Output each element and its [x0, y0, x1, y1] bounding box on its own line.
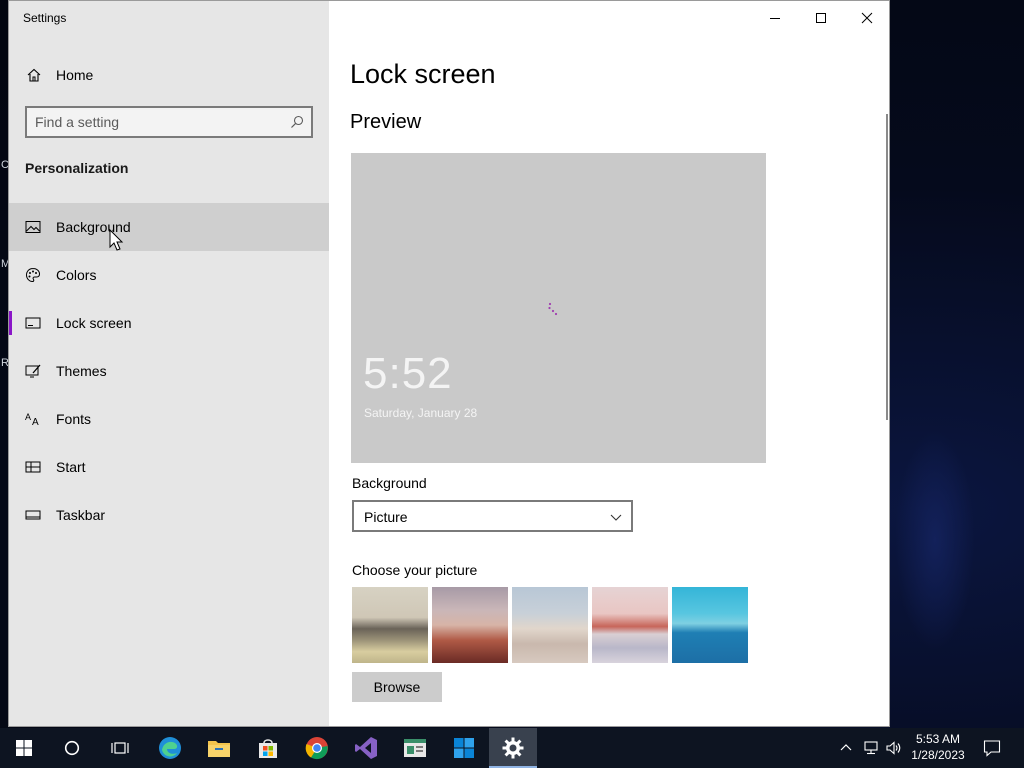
taskbar-chrome[interactable]	[293, 728, 341, 768]
wallpaper-glow	[895, 430, 975, 650]
taskbar-file-explorer[interactable]	[195, 728, 243, 768]
sidebar-item-taskbar[interactable]: Taskbar	[9, 491, 329, 539]
sidebar-item-lock-screen[interactable]: Lock screen	[9, 299, 329, 347]
file-explorer-icon	[208, 741, 230, 757]
sidebar-item-label: Taskbar	[56, 507, 106, 523]
edge-icon	[159, 737, 181, 759]
lock-screen-preview: 5:52 Saturday, January 28	[351, 153, 766, 463]
picture-thumbnail-2[interactable]	[432, 587, 508, 663]
app-title: Settings	[23, 11, 67, 25]
svg-text:A: A	[25, 412, 31, 422]
lock-screen-icon	[25, 317, 41, 329]
task-view-button[interactable]	[96, 728, 144, 768]
picture-thumbnail-4[interactable]	[592, 587, 668, 663]
selection-indicator	[9, 311, 12, 335]
start-button[interactable]	[0, 728, 48, 768]
sidebar-nav: Background Colors Lock screen Themes A A…	[9, 203, 329, 539]
picture-thumbnails	[352, 587, 752, 663]
network-button[interactable]	[860, 728, 882, 768]
clock[interactable]: 5:53 AM 1/28/2023	[905, 731, 971, 763]
task-view-icon	[111, 742, 129, 754]
browse-button[interactable]: Browse	[352, 672, 442, 702]
taskbar-settings[interactable]	[489, 728, 537, 768]
sidebar-item-fonts[interactable]: A A Fonts	[9, 395, 329, 443]
sidebar-item-label: Fonts	[56, 411, 92, 427]
clock-time: 5:53 AM	[915, 732, 961, 746]
page-title: Lock screen	[350, 59, 496, 89]
action-center-button[interactable]	[978, 728, 1006, 768]
svg-text:A: A	[32, 417, 39, 427]
close-icon	[861, 12, 873, 24]
sidebar-item-start[interactable]: Start	[9, 443, 329, 491]
palette-icon	[25, 267, 41, 283]
app-icon	[404, 739, 426, 757]
chrome-icon	[305, 737, 328, 760]
main-pane: Lock screen Preview 5:52 Saturday, Janua…	[329, 1, 889, 726]
choose-picture-label: Choose your picture	[352, 562, 478, 578]
minimize-button[interactable]	[752, 1, 798, 35]
sidebar-item-label: Lock screen	[56, 315, 132, 331]
home-link[interactable]: Home	[9, 59, 329, 91]
start-icon	[25, 461, 41, 473]
windows-start-icon	[16, 740, 32, 756]
windows-app-icon	[454, 738, 474, 758]
home-icon	[27, 68, 41, 82]
search-box[interactable]	[25, 106, 313, 138]
sidebar-item-themes[interactable]: Themes	[9, 347, 329, 395]
clock-date: 1/28/2023	[911, 748, 965, 762]
background-label: Background	[352, 475, 427, 491]
themes-icon	[25, 364, 41, 378]
background-dropdown[interactable]: Picture	[352, 500, 633, 532]
background-dropdown-value: Picture	[364, 509, 408, 525]
taskbar-edge[interactable]	[146, 728, 194, 768]
mouse-cursor-icon	[109, 229, 124, 251]
taskbar-visual-studio[interactable]	[342, 728, 390, 768]
chevron-down-icon	[610, 514, 622, 521]
sidebar-item-label: Colors	[56, 267, 97, 283]
network-icon	[864, 741, 878, 755]
volume-icon	[886, 741, 901, 755]
sidebar-item-label: Start	[56, 459, 86, 475]
taskbar-store[interactable]	[244, 728, 292, 768]
store-icon	[259, 739, 277, 758]
settings-window: Settings Home Personalization Backg	[8, 0, 890, 727]
search-icon[interactable]	[290, 115, 304, 129]
preview-time: 5:52	[363, 349, 453, 398]
sidebar-item-label: Themes	[56, 363, 107, 379]
taskbar-app[interactable]	[391, 728, 439, 768]
cortana-search-button[interactable]	[48, 728, 96, 768]
picture-icon	[25, 221, 41, 233]
taskbar-windows-app[interactable]	[440, 728, 488, 768]
show-hidden-icons-button[interactable]	[836, 728, 856, 768]
visual-studio-icon	[355, 737, 377, 759]
notification-icon	[983, 740, 1001, 757]
maximize-button[interactable]	[798, 1, 844, 35]
preview-date: Saturday, January 28	[364, 406, 478, 420]
sidebar-item-colors[interactable]: Colors	[9, 251, 329, 299]
chevron-up-icon	[840, 744, 852, 751]
taskbar: 5:53 AM 1/28/2023	[0, 728, 1024, 768]
loading-spinner-icon	[548, 302, 558, 316]
sidebar: Settings Home Personalization Backg	[9, 1, 329, 726]
close-button[interactable]	[844, 1, 889, 35]
taskbar-icon	[25, 510, 41, 520]
minimize-icon	[770, 18, 780, 19]
preview-heading: Preview	[350, 111, 422, 133]
home-label: Home	[56, 67, 94, 83]
picture-thumbnail-5[interactable]	[672, 587, 748, 663]
settings-icon	[502, 737, 524, 759]
search-input[interactable]	[35, 113, 285, 131]
picture-thumbnail-1[interactable]	[352, 587, 428, 663]
picture-thumbnail-3[interactable]	[512, 587, 588, 663]
section-title: Personalization	[25, 160, 129, 176]
sidebar-item-background[interactable]: Background	[9, 203, 329, 251]
volume-button[interactable]	[883, 728, 905, 768]
maximize-icon	[816, 13, 826, 23]
scrollbar-thumb[interactable]	[886, 114, 888, 420]
search-icon	[64, 740, 80, 756]
fonts-icon: A A	[25, 412, 39, 427]
